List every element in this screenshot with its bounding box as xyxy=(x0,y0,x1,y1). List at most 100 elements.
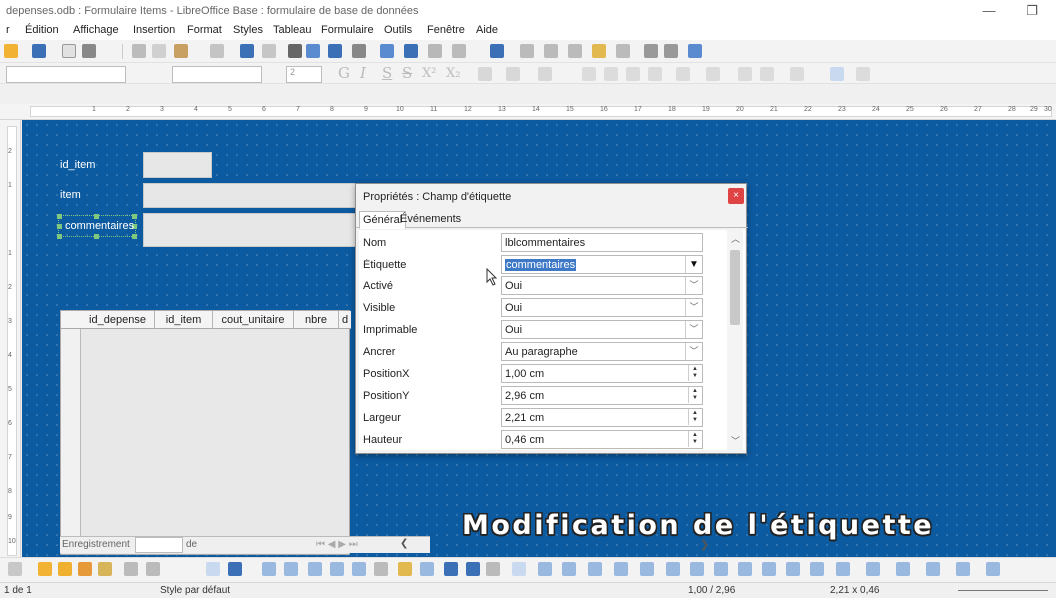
connector-icon[interactable] xyxy=(614,562,628,576)
control-wizards-icon[interactable] xyxy=(146,562,160,576)
footnote-icon[interactable] xyxy=(520,44,534,58)
chevron-down-icon[interactable]: ﹀ xyxy=(685,343,702,360)
menu-format[interactable]: Format xyxy=(187,24,222,36)
property-value-hauteur[interactable]: 0,46 cm xyxy=(501,430,703,449)
save-icon[interactable] xyxy=(32,44,46,58)
paragraph-spacing-icon[interactable] xyxy=(830,67,844,81)
properties-scrollbar[interactable]: ︿ ﹀ xyxy=(727,230,743,450)
label-commentaires[interactable]: commentaires xyxy=(65,220,134,232)
outdent-icon[interactable] xyxy=(760,67,774,81)
page-style[interactable]: Style par défaut xyxy=(160,585,230,596)
field-id-item[interactable] xyxy=(143,152,212,178)
print-icon[interactable] xyxy=(82,44,96,58)
clone-format-icon[interactable] xyxy=(210,44,224,58)
export-pdf-icon[interactable] xyxy=(62,44,76,58)
table-grid-control[interactable]: id_depense id_item cout_unitaire nbre d xyxy=(60,310,351,555)
font-color-icon[interactable] xyxy=(506,67,520,81)
circle-icon[interactable] xyxy=(762,562,776,576)
property-value-imprimable[interactable]: Oui xyxy=(501,320,703,339)
grid-column-header[interactable]: d xyxy=(339,311,351,329)
bookmark-icon[interactable] xyxy=(568,44,582,58)
properties-icon[interactable] xyxy=(262,562,276,576)
line-spacing-icon[interactable] xyxy=(790,67,804,81)
form-navigator-icon[interactable] xyxy=(58,562,72,576)
scrollbar-thumb[interactable] xyxy=(730,250,740,325)
property-value-visible[interactable]: Oui xyxy=(501,298,703,317)
resize-handle[interactable] xyxy=(132,214,137,219)
paragraph-style-box[interactable] xyxy=(6,66,126,83)
property-value-active[interactable]: Oui xyxy=(501,276,703,295)
copy-icon[interactable] xyxy=(152,44,166,58)
resize-handle[interactable] xyxy=(132,234,137,239)
nav-arrows[interactable]: ⏮ ◀ ▶ ⏭ xyxy=(316,539,358,550)
grid-column-header[interactable]: id_depense xyxy=(81,311,155,329)
property-value-etiquette[interactable]: commentaires xyxy=(501,255,703,274)
resize-handle[interactable] xyxy=(57,224,62,229)
grid-column-header[interactable]: id_item xyxy=(155,311,213,329)
chevron-down-icon[interactable]: ﹀ xyxy=(685,321,702,338)
star-icon[interactable] xyxy=(926,562,940,576)
scroll-down-icon[interactable]: ﹀ xyxy=(731,434,740,447)
menu-edition[interactable]: Édition xyxy=(25,24,59,36)
close-button[interactable]: × xyxy=(728,188,744,204)
automatic-focus-icon[interactable] xyxy=(374,562,388,576)
add-field-icon[interactable] xyxy=(78,562,92,576)
property-value-nom[interactable]: lblcommentaires xyxy=(501,233,703,252)
callout-icon[interactable] xyxy=(956,562,970,576)
hyperlink-icon[interactable] xyxy=(490,44,504,58)
menu-styles[interactable]: Styles xyxy=(233,24,263,36)
find-replace-icon[interactable] xyxy=(288,44,302,58)
zoom-slider[interactable] xyxy=(958,590,1048,591)
underline-button[interactable]: S xyxy=(382,64,392,82)
align-center-icon[interactable] xyxy=(604,67,618,81)
block-arrows-icon[interactable] xyxy=(896,562,910,576)
insert-field-icon[interactable] xyxy=(428,44,442,58)
rounded-rectangle-icon[interactable] xyxy=(690,562,704,576)
property-value-ancrer[interactable]: Au paragraphe xyxy=(501,342,703,361)
grid-hash-icon[interactable] xyxy=(486,562,500,576)
square-icon[interactable] xyxy=(714,562,728,576)
helplines-icon[interactable] xyxy=(466,562,480,576)
undo-icon[interactable] xyxy=(240,44,254,58)
restore-button[interactable]: ❐ xyxy=(1018,2,1046,20)
position-size-icon[interactable] xyxy=(398,562,412,576)
form-properties-icon[interactable] xyxy=(284,562,298,576)
font-size-box[interactable]: 2 xyxy=(286,66,322,83)
bold-button[interactable]: G xyxy=(338,64,350,82)
snap-grid-icon[interactable] xyxy=(444,562,458,576)
spacing-decrease-icon[interactable] xyxy=(856,67,870,81)
property-value-positiony[interactable]: 2,96 cm xyxy=(501,386,703,405)
font-name-box[interactable] xyxy=(172,66,262,83)
bullets-icon[interactable] xyxy=(676,67,690,81)
add-field-list-icon[interactable] xyxy=(330,562,344,576)
menu-affichage[interactable]: Affichage xyxy=(73,24,119,36)
spin-arrows-icon[interactable]: ▲ ▼ xyxy=(688,387,701,403)
spin-arrows-icon[interactable]: ▲ ▼ xyxy=(688,409,701,425)
align-left-icon[interactable] xyxy=(582,67,596,81)
insert-image-icon[interactable] xyxy=(380,44,394,58)
ellipse-icon[interactable] xyxy=(738,562,752,576)
align-right-icon[interactable] xyxy=(626,67,640,81)
insert-textbox-icon[interactable] xyxy=(404,44,418,58)
numbering-icon[interactable] xyxy=(706,67,720,81)
triangle-icon[interactable] xyxy=(786,562,800,576)
menu-fenetre[interactable]: Fenêtre xyxy=(427,24,465,36)
menu-formulaire[interactable]: Formulaire xyxy=(321,24,374,36)
select-shape-icon[interactable] xyxy=(512,562,526,576)
track-changes-icon[interactable] xyxy=(616,44,630,58)
diamond-icon[interactable] xyxy=(836,562,850,576)
select-icon[interactable] xyxy=(206,562,220,576)
field-item[interactable] xyxy=(143,183,358,208)
endnote-icon[interactable] xyxy=(544,44,558,58)
tab-events[interactable]: Événements xyxy=(397,211,464,229)
minimize-button[interactable]: — xyxy=(975,2,1003,20)
arrow-shape-icon[interactable] xyxy=(562,562,576,576)
indent-icon[interactable] xyxy=(738,67,752,81)
redo-icon[interactable] xyxy=(262,44,276,58)
flowchart-icon[interactable] xyxy=(986,562,1000,576)
cut-icon[interactable] xyxy=(132,44,146,58)
insert-table-icon[interactable] xyxy=(352,44,366,58)
label-item[interactable]: item xyxy=(60,189,81,201)
tab-order-icon[interactable] xyxy=(308,562,322,576)
menu-aide[interactable]: Aide xyxy=(476,24,498,36)
